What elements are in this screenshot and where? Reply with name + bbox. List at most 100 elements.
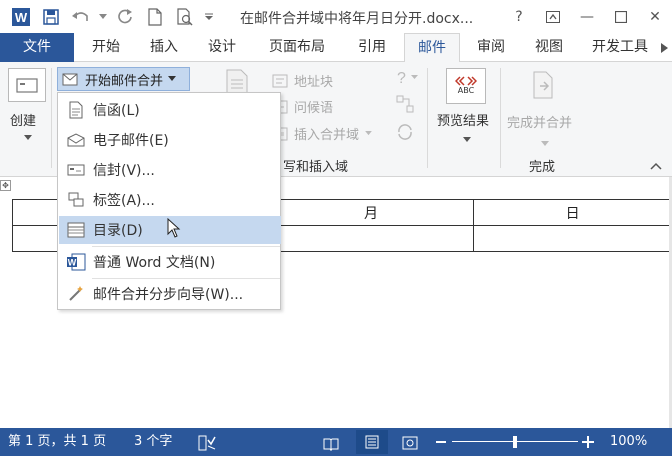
maximize-icon[interactable] [604, 0, 638, 33]
create-button[interactable]: 创建 [10, 110, 36, 129]
insert-merge-field-dropdown-icon [365, 131, 372, 136]
finish-merge-button[interactable]: 完成并合并 [507, 112, 572, 131]
tab-mailings[interactable]: 邮件 [404, 33, 460, 63]
menu-item-labels[interactable]: 标签(A)... [59, 186, 281, 214]
tab-insert[interactable]: 插入 [138, 33, 190, 62]
tab-file[interactable]: 文件 [0, 33, 74, 62]
address-block-icon [272, 74, 288, 87]
help-button[interactable]: ? [502, 0, 536, 33]
table-move-handle-icon[interactable]: ✥ [0, 180, 11, 191]
ribbon-tabs: 文件 开始 插入 设计 页面布局 引用 邮件 审阅 视图 开发工具 [0, 33, 672, 63]
start-mail-merge-menu: 信函(L) 电子邮件(E) 信封(V)... 标签(A)... 目录(D) W … [57, 92, 281, 310]
menu-separator [92, 246, 280, 247]
preview-badge: ABC [457, 86, 475, 95]
tab-page-layout[interactable]: 页面布局 [256, 33, 338, 62]
preview-dropdown-icon[interactable] [463, 132, 471, 147]
zoom-slider-thumb[interactable] [513, 436, 517, 448]
window-title: 在邮件合并域中将年月日分开.docx... [240, 11, 474, 27]
group-separator [51, 68, 52, 168]
svg-text:W: W [68, 258, 77, 268]
redo-icon[interactable] [112, 4, 138, 30]
tab-references[interactable]: 引用 [344, 33, 400, 62]
tab-developer[interactable]: 开发工具 [584, 33, 656, 62]
table-cell[interactable] [473, 225, 672, 252]
menu-item-label: 目录(D) [93, 223, 143, 239]
print-preview-icon[interactable] [172, 4, 198, 30]
preview-chevrons-icon [455, 76, 477, 86]
group-separator [500, 68, 501, 168]
new-document-icon[interactable] [142, 4, 168, 30]
print-layout-icon[interactable] [356, 430, 388, 454]
tab-review[interactable]: 审阅 [464, 33, 518, 62]
insert-merge-field-button[interactable]: 插入合并域 [272, 124, 372, 143]
status-bar: 第 1 页，共 1 页 3 个字 100% [0, 428, 672, 456]
quick-access-toolbar: W [0, 0, 216, 33]
tab-view[interactable]: 视图 [522, 33, 576, 62]
menu-item-letters[interactable]: 信函(L) [59, 96, 281, 124]
menu-item-label: 信封(V)... [93, 163, 155, 179]
proofing-icon[interactable] [198, 434, 216, 451]
start-mail-merge-icon [62, 73, 78, 86]
zoom-out-button[interactable] [436, 428, 446, 456]
word-count[interactable]: 3 个字 [134, 428, 172, 456]
envelope-icon [59, 156, 93, 184]
customize-qat-icon[interactable] [202, 4, 216, 30]
menu-item-envelopes[interactable]: 信封(V)... [59, 156, 281, 184]
menu-item-label: 邮件合并分步向导(W)... [93, 287, 244, 303]
tab-home[interactable]: 开始 [80, 33, 132, 62]
undo-icon[interactable] [68, 4, 94, 30]
title-bar: W 在邮件合并域中将年月日分开.docx... ? — ✕ [0, 0, 672, 33]
start-mail-merge-button[interactable]: 开始邮件合并 [57, 67, 190, 91]
window-controls: ? — ✕ [502, 0, 672, 33]
start-mail-merge-dropdown-icon [168, 76, 177, 81]
group-label-write-insert: 写和插入域 [283, 160, 349, 175]
web-layout-icon[interactable] [402, 434, 418, 450]
collapse-ribbon-icon[interactable] [650, 159, 662, 174]
greeting-line-label: 问候语 [294, 101, 334, 116]
menu-separator [92, 278, 280, 279]
directory-icon [59, 216, 93, 244]
finish-merge-icon [530, 70, 558, 106]
preview-results-icon[interactable]: ABC [446, 68, 486, 104]
table-cell-month[interactable]: 月 [267, 199, 475, 226]
table-cell[interactable] [267, 225, 475, 252]
menu-item-label: 电子邮件(E) [93, 133, 169, 149]
table-cell-day[interactable]: 日 [473, 199, 672, 226]
create-dropdown-icon[interactable] [24, 130, 32, 145]
zoom-in-button[interactable] [582, 428, 594, 456]
update-labels-icon[interactable] [395, 122, 415, 146]
ribbon-display-options-icon[interactable] [536, 0, 570, 33]
menu-item-mail-merge-wizard[interactable]: 邮件合并分步向导(W)... [59, 280, 281, 308]
minimize-button[interactable]: — [570, 0, 604, 33]
insert-merge-field-label: 插入合并域 [294, 128, 360, 143]
svg-text:W: W [15, 10, 28, 25]
finish-dropdown-icon[interactable] [541, 136, 549, 151]
menu-item-label: 普通 Word 文档(N) [93, 255, 216, 271]
read-mode-icon[interactable] [323, 434, 339, 452]
page-count[interactable]: 第 1 页，共 1 页 [8, 428, 106, 456]
address-block-label: 地址块 [294, 75, 334, 90]
match-fields-icon[interactable] [395, 94, 415, 118]
group-label-finish: 完成 [529, 160, 556, 175]
save-icon[interactable] [38, 4, 64, 30]
close-button[interactable]: ✕ [638, 0, 672, 33]
menu-item-label: 标签(A)... [93, 193, 155, 209]
label-icon [59, 186, 93, 214]
word-logo-icon[interactable]: W [8, 4, 34, 30]
greeting-line-button[interactable]: 问候语 [272, 97, 333, 116]
menu-item-normal-word-document[interactable]: W 普通 Word 文档(N) [59, 248, 281, 276]
undo-dropdown-icon[interactable] [98, 4, 108, 30]
preview-results-button[interactable]: 预览结果 [437, 110, 489, 129]
rules-icon[interactable]: ? [395, 68, 421, 92]
menu-item-email[interactable]: 电子邮件(E) [59, 126, 281, 154]
word-doc-icon: W [59, 248, 93, 276]
mouse-cursor-icon [167, 217, 181, 242]
email-icon [59, 126, 93, 154]
menu-item-directory[interactable]: 目录(D) [59, 216, 281, 244]
zoom-level[interactable]: 100% [610, 428, 647, 456]
tab-scroll-right-icon[interactable] [656, 33, 672, 62]
tab-design[interactable]: 设计 [196, 33, 248, 62]
svg-text:?: ? [397, 70, 406, 87]
create-envelope-icon[interactable] [8, 68, 46, 102]
address-block-button[interactable]: 地址块 [272, 71, 333, 90]
